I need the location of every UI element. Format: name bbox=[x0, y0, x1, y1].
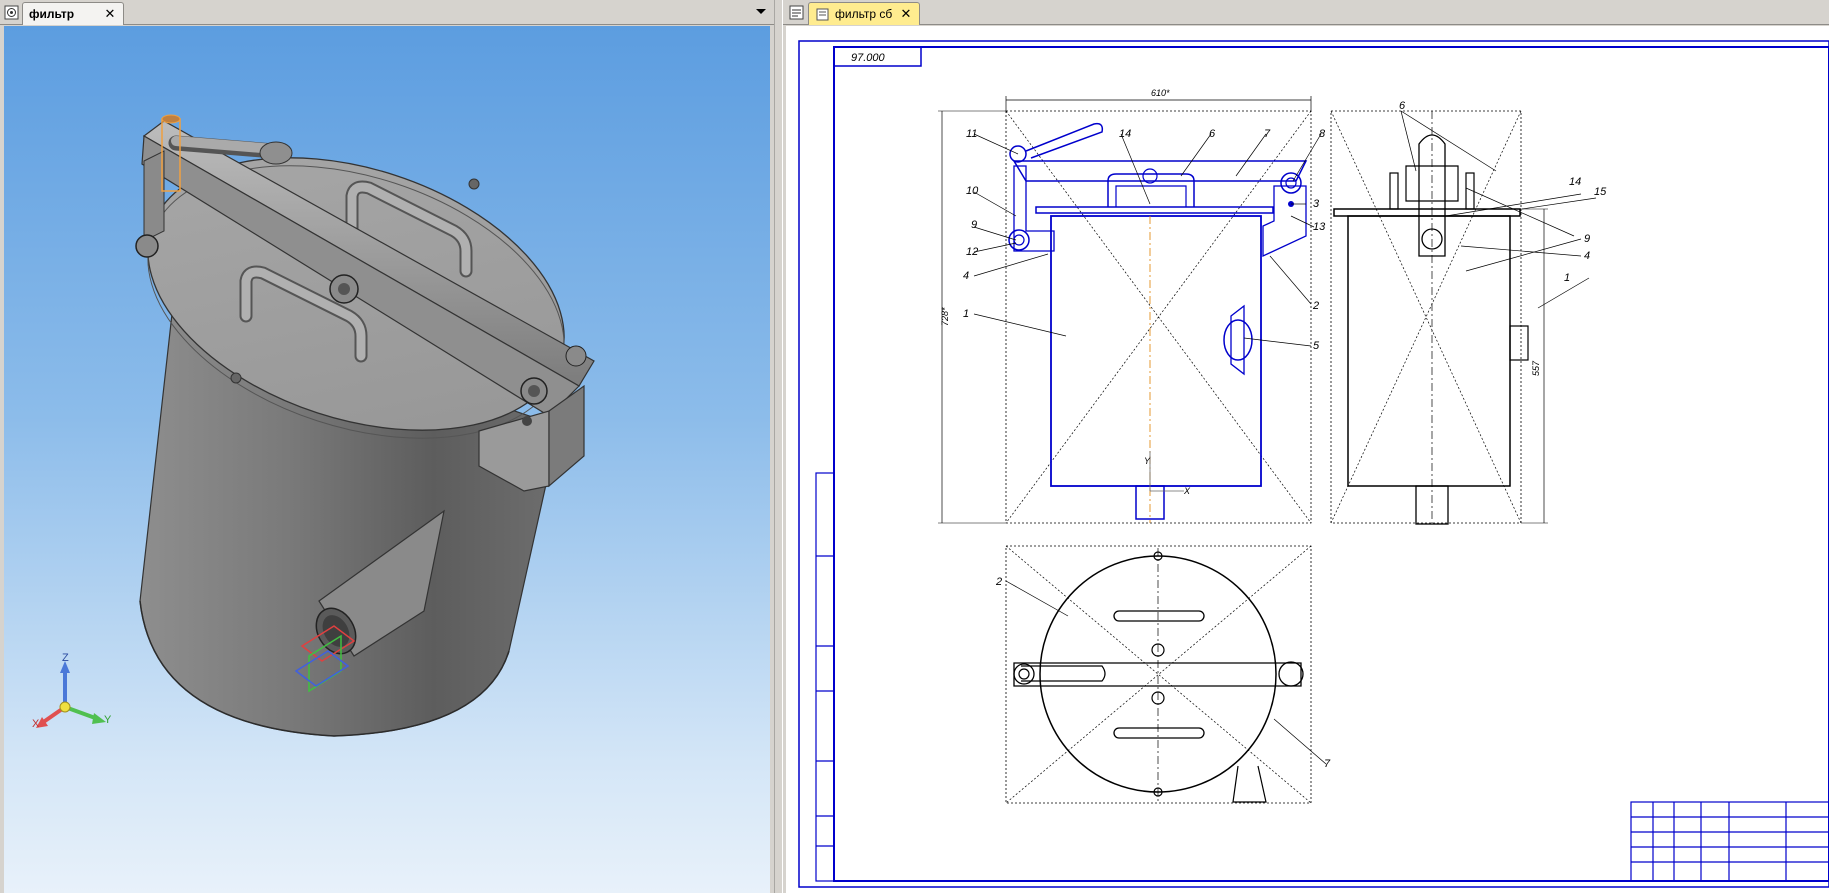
callout-4-side: 4 bbox=[1584, 250, 1590, 262]
dimension-height-right-text: 557 bbox=[1531, 360, 1541, 376]
front-view bbox=[938, 96, 1312, 524]
tab-model[interactable]: фильтр ✕ bbox=[22, 2, 124, 25]
chevron-down-icon[interactable] bbox=[756, 9, 766, 14]
callout-9-side: 9 bbox=[1584, 233, 1590, 245]
close-icon[interactable]: ✕ bbox=[899, 7, 913, 21]
axis-triad bbox=[36, 661, 106, 728]
callout-9: 9 bbox=[971, 219, 977, 231]
callout-15: 15 bbox=[1594, 186, 1607, 198]
model-viewport[interactable]: Z X Y bbox=[4, 26, 770, 893]
callout-7-top: 7 bbox=[1324, 758, 1331, 770]
callout-2: 2 bbox=[1312, 300, 1319, 312]
drawing-tab-icon bbox=[815, 7, 829, 21]
view-axis-x-label: X bbox=[1183, 486, 1191, 496]
drawing-document-icon bbox=[789, 5, 804, 20]
tab-model-label: фильтр bbox=[29, 7, 75, 21]
designation-text: 97.000 bbox=[851, 52, 886, 64]
axis-z-label: Z bbox=[62, 652, 69, 664]
callout-7: 7 bbox=[1264, 128, 1271, 140]
drawing-sheet[interactable]: 97.000 610* 728* 557 Y X 1 1 2 2 3 4 4 5… bbox=[786, 26, 1829, 893]
side-view bbox=[1330, 110, 1548, 525]
dimension-width-text: 610* bbox=[1151, 88, 1170, 98]
callout-10: 10 bbox=[966, 185, 979, 197]
callout-13: 13 bbox=[1313, 221, 1326, 233]
callout-6: 6 bbox=[1209, 128, 1216, 140]
callout-6-side: 6 bbox=[1399, 100, 1406, 112]
callout-14: 14 bbox=[1119, 128, 1131, 140]
title-block bbox=[1630, 801, 1829, 882]
callout-11: 11 bbox=[966, 128, 977, 140]
model-tabstrip: фильтр ✕ bbox=[0, 0, 774, 25]
top-view bbox=[1005, 545, 1312, 804]
close-icon[interactable]: ✕ bbox=[103, 7, 117, 21]
tab-drawing[interactable]: фильтр сб ✕ bbox=[808, 2, 920, 25]
callout-5: 5 bbox=[1313, 340, 1320, 352]
left-margin-stamp bbox=[815, 472, 835, 882]
model-document-icon bbox=[4, 5, 19, 20]
callout-2-top: 2 bbox=[995, 576, 1002, 588]
callout-1: 1 bbox=[963, 308, 969, 320]
drawing-pane: фильтр сб ✕ 97.000 610* 728* 557 Y X 1 1… bbox=[783, 0, 1829, 893]
pane-splitter[interactable] bbox=[774, 0, 783, 893]
view-axis-y-label: Y bbox=[1144, 456, 1151, 466]
callout-1-side: 1 bbox=[1564, 272, 1570, 284]
model-pane: фильтр ✕ Z X Y bbox=[0, 0, 774, 893]
assembly-drawing: 97.000 610* 728* 557 Y X 1 1 2 2 3 4 4 5… bbox=[798, 40, 1829, 888]
callout-14-side: 14 bbox=[1569, 176, 1581, 188]
callout-3: 3 bbox=[1313, 198, 1320, 210]
axis-y-label: Y bbox=[104, 714, 112, 726]
callout-12: 12 bbox=[966, 246, 978, 258]
dimension-height-left-text: 728* bbox=[940, 307, 950, 326]
filter-3d-model bbox=[135, 114, 595, 737]
callout-4: 4 bbox=[963, 270, 969, 282]
axis-x-label: X bbox=[32, 718, 40, 730]
callout-8: 8 bbox=[1319, 128, 1326, 140]
drawing-tabstrip: фильтр сб ✕ bbox=[783, 0, 1829, 25]
tab-drawing-label: фильтр сб bbox=[835, 7, 893, 21]
